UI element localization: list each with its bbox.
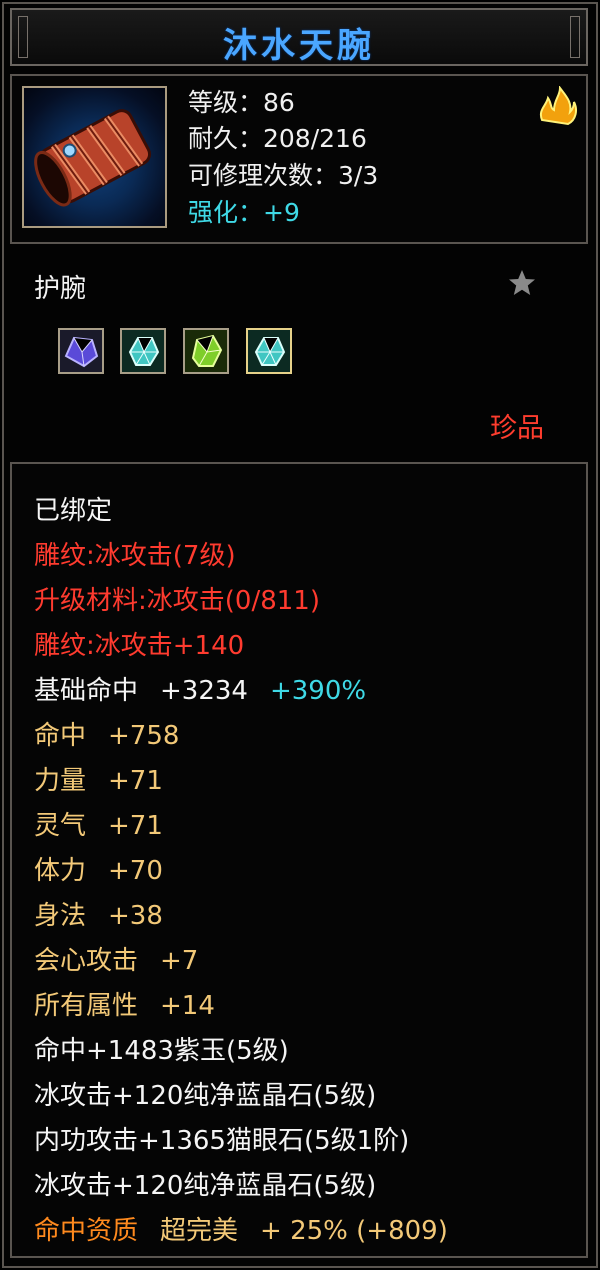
gem-socket-line: 内功攻击+1365猫眼石(5级1阶) — [34, 1126, 410, 1156]
attr-row: 力量 +71 — [34, 764, 163, 798]
gem-socket-line: 冰攻击+120纯净蓝晶石(5级) — [34, 1171, 377, 1201]
item-durability: 耐久：208/216 — [188, 124, 367, 153]
attr-label: 体力 — [34, 856, 87, 886]
item-repairs: 可修理次数：3/3 — [188, 161, 379, 190]
aptitude-grade: 超完美 — [160, 1216, 239, 1246]
title-bar: 沐水天腕 — [10, 8, 588, 66]
base-hit-line: 基础命中 +3234 +390% — [34, 674, 366, 708]
attr-value: +71 — [108, 811, 163, 841]
base-hit-label: 基础命中 — [34, 676, 139, 706]
attr-value: +758 — [108, 721, 180, 751]
attr-row: 身法 +38 — [34, 899, 163, 933]
attr-label: 身法 — [34, 901, 87, 931]
item-name: 沐水天腕 — [223, 26, 375, 66]
gem-socket-line: 命中+1483紫玉(5级) — [34, 1036, 289, 1066]
cyan-gem-icon[interactable] — [246, 328, 292, 374]
base-hit-value: +3234 — [160, 676, 248, 706]
aptitude-label: 命中资质 — [34, 1216, 139, 1246]
attr-row: 灵气 +71 — [34, 809, 163, 843]
upgrade-material-line: 升级材料:冰攻击(0/811) — [34, 586, 320, 616]
item-type: 护腕 — [34, 274, 87, 304]
attr-value: +7 — [160, 946, 199, 976]
engrave-line: 雕纹:冰攻击(7级) — [34, 541, 236, 571]
bound-status: 已绑定 — [34, 496, 113, 526]
base-hit-bonus: +390% — [269, 676, 367, 706]
bracer-icon[interactable] — [22, 86, 167, 228]
cyan-gem-icon[interactable] — [120, 328, 166, 374]
star-icon — [507, 268, 537, 298]
flame-icon — [536, 85, 578, 126]
purple-gem-icon[interactable] — [58, 328, 104, 374]
gem-socket-line: 冰攻击+120纯净蓝晶石(5级) — [34, 1081, 377, 1111]
attr-row: 体力 +70 — [34, 854, 163, 888]
attr-label: 灵气 — [34, 811, 87, 841]
engrave-bonus-line: 雕纹:冰攻击+140 — [34, 631, 245, 661]
attr-value: +14 — [160, 991, 215, 1021]
green-gem-icon[interactable] — [183, 328, 229, 374]
attr-row: 会心攻击 +7 — [34, 944, 198, 978]
aptitude-value: + 25% (+809) — [260, 1216, 448, 1246]
rarity-label: 珍品 — [490, 413, 544, 444]
attr-row: 命中 +758 — [34, 719, 179, 753]
attr-row: 所有属性 +14 — [34, 989, 215, 1023]
attr-label: 会心攻击 — [34, 946, 139, 976]
attr-label: 命中 — [34, 721, 87, 751]
attr-label: 所有属性 — [34, 991, 139, 1021]
attr-value: +70 — [108, 856, 163, 886]
item-enhance: 强化：+9 — [188, 198, 300, 227]
attr-value: +71 — [108, 766, 163, 796]
aptitude-line: 命中资质 超完美 + 25% (+809) — [34, 1214, 448, 1248]
attr-label: 力量 — [34, 766, 87, 796]
attr-value: +38 — [108, 901, 163, 931]
item-level: 等级：86 — [188, 88, 295, 117]
